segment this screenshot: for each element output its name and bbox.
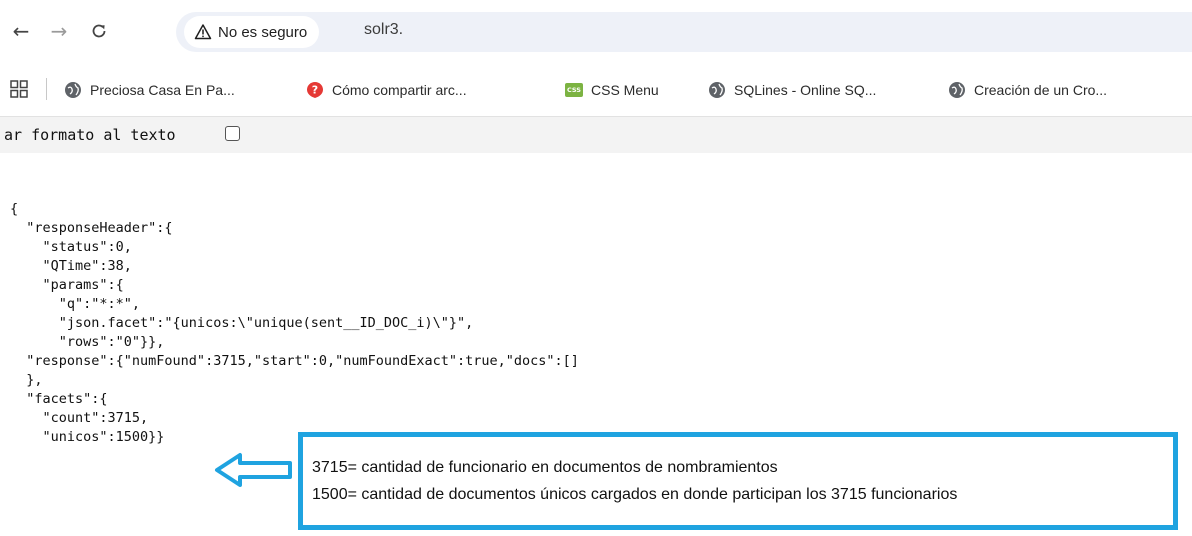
bookmarks-divider: [46, 78, 47, 100]
format-label: ar formato al texto: [4, 126, 176, 144]
back-button[interactable]: ←: [8, 18, 34, 44]
json-line: "params":{: [10, 277, 124, 293]
bookmark-como-compartir[interactable]: ? Cómo compartir arc...: [306, 79, 467, 101]
url-text[interactable]: solr3.: [364, 21, 403, 39]
bookmark-sqlines[interactable]: SQLines - Online SQ...: [708, 79, 876, 101]
globe-icon: [949, 82, 965, 98]
annotation-line-unicos: 1500= cantidad de documentos únicos carg…: [312, 486, 958, 503]
json-line: "status":0,: [10, 239, 132, 255]
reload-icon: [92, 24, 106, 38]
json-line: },: [10, 372, 43, 388]
format-toolbar: ar formato al texto: [0, 117, 1192, 153]
json-line: "QTime":38,: [10, 258, 132, 274]
json-line: "rows":"0"}},: [10, 334, 165, 350]
bookmarks-bar: Preciosa Casa En Pa... ? Cómo compartir …: [0, 64, 1192, 117]
svg-text:?: ?: [312, 84, 318, 97]
json-line: "response":{"numFound":3715,"start":0,"n…: [10, 353, 579, 369]
bookmark-css-menu[interactable]: CSS CSS Menu: [565, 79, 659, 101]
bookmark-label: SQLines - Online SQ...: [734, 82, 877, 98]
bookmark-label: Preciosa Casa En Pa...: [90, 82, 235, 98]
css-icon: CSS: [565, 83, 583, 97]
globe-icon: [65, 82, 81, 98]
globe-icon: [709, 82, 725, 98]
json-line: "json.facet":"{unicos:\"unique(sent__ID_…: [10, 315, 474, 331]
bookmark-label: Cómo compartir arc...: [332, 82, 467, 98]
format-checkbox[interactable]: [225, 126, 240, 141]
annotation-line-count: 3715= cantidad de funcionario en documen…: [312, 459, 778, 476]
bookmark-label: Creación de un Cro...: [974, 82, 1108, 98]
security-label: No es seguro: [218, 23, 308, 41]
json-line: "count":3715,: [10, 410, 149, 426]
json-response: { "responseHeader":{ "status":0, "QTime"…: [10, 200, 579, 447]
bookmark-label: CSS Menu: [591, 82, 659, 98]
left-arrow-icon: [215, 453, 292, 487]
json-line: "responseHeader":{: [10, 220, 173, 236]
browser-toolbar: ← → No es seguro solr3.: [0, 0, 1192, 64]
address-bar[interactable]: No es seguro solr3.: [176, 12, 1192, 52]
svg-text:CSS: CSS: [567, 86, 581, 94]
warning-icon: [194, 24, 212, 40]
json-line: {: [10, 201, 19, 217]
question-icon: ?: [307, 82, 323, 98]
bookmark-creacion-cro[interactable]: Creación de un Cro...: [948, 79, 1107, 101]
bookmark-preciosa-casa[interactable]: Preciosa Casa En Pa...: [64, 79, 235, 101]
json-line: "facets":{: [10, 391, 108, 407]
reload-button[interactable]: [86, 18, 112, 44]
annotation-box: 3715= cantidad de funcionario en documen…: [298, 432, 1178, 530]
security-indicator[interactable]: No es seguro: [184, 16, 320, 48]
apps-grid-icon[interactable]: [10, 80, 28, 98]
forward-button[interactable]: →: [46, 18, 72, 44]
json-line: "q":"*:*",: [10, 296, 141, 312]
